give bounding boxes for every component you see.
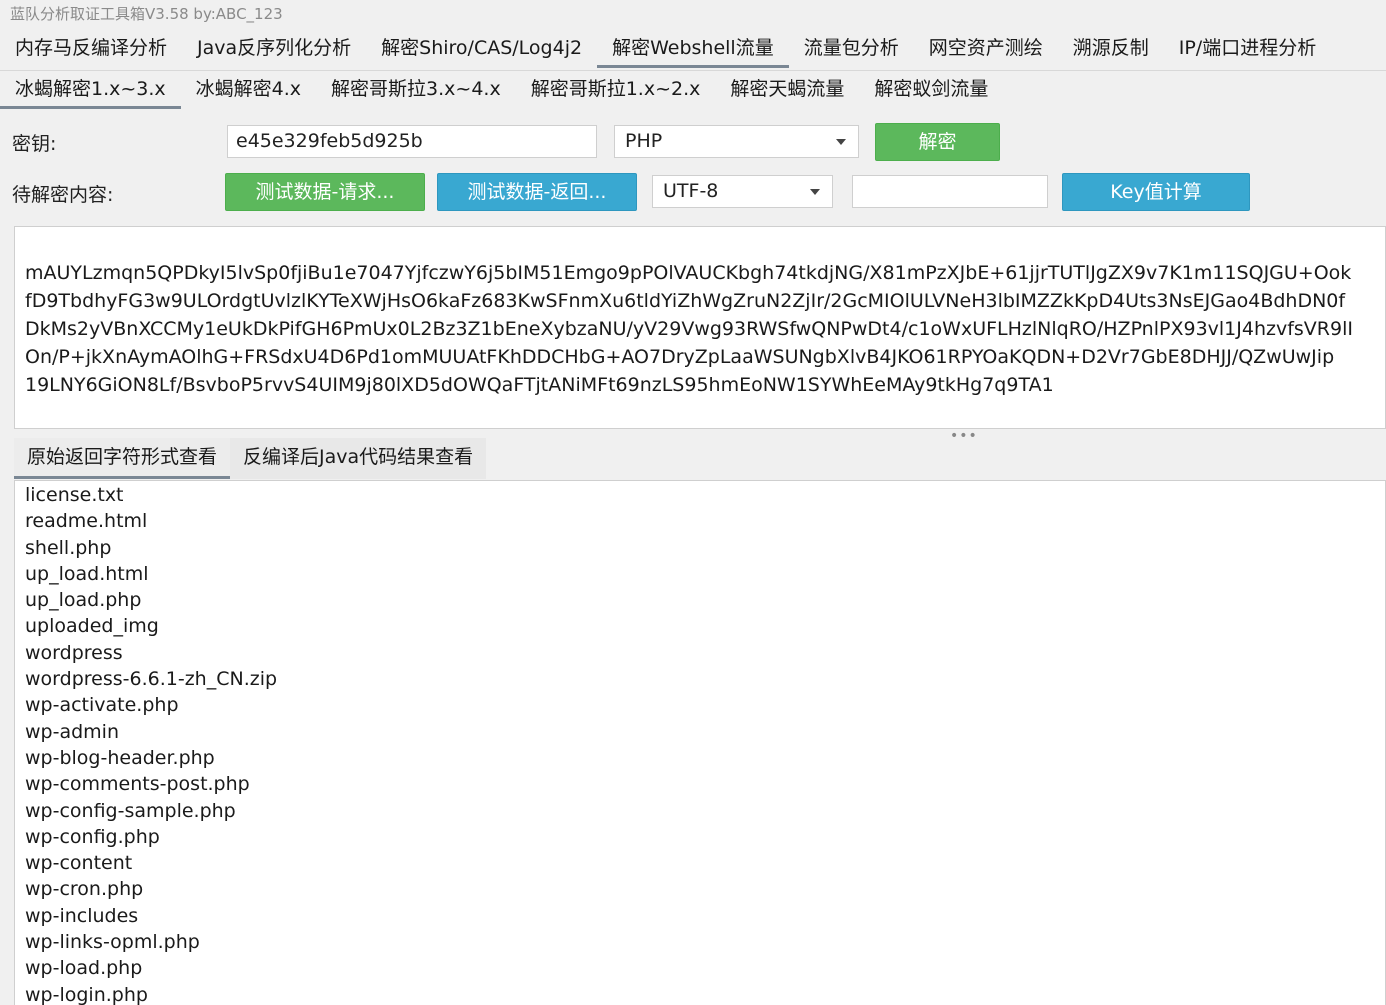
result-line: shell.php [25, 536, 112, 559]
ciphertext-line: mAUYLzmqn5QPDkyI5lvSp0fjiBu1e7047YjfczwY… [25, 262, 1352, 284]
tab-decrypt-webshell-traffic[interactable]: 解密Webshell流量 [597, 30, 789, 68]
subtab-antsword-traffic[interactable]: 解密蚁剑流量 [859, 71, 1003, 109]
tab-memshell-decompile[interactable]: 内存马反编译分析 [0, 30, 182, 68]
language-select-value: PHP [625, 130, 663, 152]
result-line: wordpress [25, 641, 123, 664]
result-line: wp-comments-post.php [25, 773, 250, 796]
subtab-godzilla-1-2[interactable]: 解密哥斯拉1.x~2.x [516, 71, 716, 109]
tab-raw-response-view[interactable]: 原始返回字符形式查看 [14, 438, 231, 479]
window-title: 蓝队分析取证工具箱V3.58 by:ABC_123 [10, 5, 283, 23]
result-textarea[interactable]: license.txt readme.html shell.php up_loa… [14, 480, 1386, 1005]
result-line: up_load.html [25, 562, 149, 585]
result-line: wp-links-opml.php [25, 931, 200, 954]
key-calc-button[interactable]: Key值计算 [1062, 173, 1250, 211]
key-input[interactable]: e45e329feb5d925b [227, 125, 597, 158]
result-line: wp-config.php [25, 825, 160, 848]
subtab-godzilla-3-4[interactable]: 解密哥斯拉3.x~4.x [316, 71, 516, 109]
result-line: up_load.php [25, 589, 142, 612]
ciphertext-line: DkMs2yVBnXCCMy1eUkDkPifGH6PmUx0L2Bz3Z1bE… [25, 318, 1353, 340]
tab-trace-counter[interactable]: 溯源反制 [1058, 30, 1164, 68]
subtab-behinder-1-3[interactable]: 冰蝎解密1.x~3.x [0, 71, 181, 109]
chevron-down-icon [836, 139, 846, 145]
result-line: wp-content [25, 852, 133, 875]
ciphertext-line: 19LNY6GiON8Lf/BsvboP5rvvS4UIM9j80lXD5dOW… [25, 374, 1054, 396]
content-label: 待解密内容: [12, 184, 114, 206]
result-line: wp-activate.php [25, 694, 179, 717]
result-line: uploaded_img [25, 615, 159, 638]
result-line: readme.html [25, 510, 148, 533]
result-line: wp-includes [25, 904, 139, 927]
chevron-down-icon [810, 189, 820, 195]
tab-decompiled-java-view[interactable]: 反编译后Java代码结果查看 [230, 438, 487, 479]
result-line: wp-cron.php [25, 878, 144, 901]
result-line: wp-admin [25, 720, 119, 743]
result-line: wp-load.php [25, 957, 143, 980]
ciphertext-line: fD9TbdhyFG3w9ULOrdgtUvlzlKYTeXWjHsO6kaFz… [25, 290, 1346, 312]
subtab-behinder-4[interactable]: 冰蝎解密4.x [181, 71, 316, 109]
splitter-grip-icon[interactable]: ••• [950, 428, 978, 444]
subtab-tianxie-traffic[interactable]: 解密天蝎流量 [715, 71, 859, 109]
main-tab-bar: 内存马反编译分析 Java反序列化分析 解密Shiro/CAS/Log4j2 解… [0, 30, 1386, 71]
result-tab-bar: 原始返回字符形式查看 反编译后Java代码结果查看 [14, 438, 487, 479]
tab-ip-port-process[interactable]: IP/端口进程分析 [1164, 30, 1331, 68]
tab-pcap-analysis[interactable]: 流量包分析 [789, 30, 914, 68]
result-line: license.txt [25, 484, 124, 506]
tab-cyberspace-asset-mapping[interactable]: 网空资产测绘 [914, 30, 1058, 68]
sub-tab-bar: 冰蝎解密1.x~3.x 冰蝎解密4.x 解密哥斯拉3.x~4.x 解密哥斯拉1.… [0, 71, 1386, 111]
language-select[interactable]: PHP [614, 125, 859, 158]
extra-input[interactable] [852, 175, 1048, 208]
key-label: 密钥: [12, 133, 57, 155]
result-line: wp-config-sample.php [25, 799, 236, 822]
ciphertext-textarea[interactable]: mAUYLzmqn5QPDkyI5lvSp0fjiBu1e7047YjfczwY… [14, 226, 1386, 429]
ciphertext-line: On/P+jkXnAymAOlhG+FRSdxU4D6Pd1omMUUAtFKh… [25, 346, 1335, 368]
tab-decrypt-shiro-cas-log4j2[interactable]: 解密Shiro/CAS/Log4j2 [366, 30, 597, 68]
encoding-select[interactable]: UTF-8 [652, 175, 833, 208]
encoding-select-value: UTF-8 [663, 180, 719, 202]
test-response-button[interactable]: 测试数据-返回... [437, 173, 637, 211]
tab-java-deserialization[interactable]: Java反序列化分析 [182, 30, 366, 68]
test-request-button[interactable]: 测试数据-请求... [225, 173, 425, 211]
result-line: wp-blog-header.php [25, 746, 215, 769]
result-line: wordpress-6.6.1-zh_CN.zip [25, 668, 278, 691]
decrypt-button[interactable]: 解密 [875, 123, 1000, 161]
result-line: wp-login.php [25, 983, 148, 1005]
